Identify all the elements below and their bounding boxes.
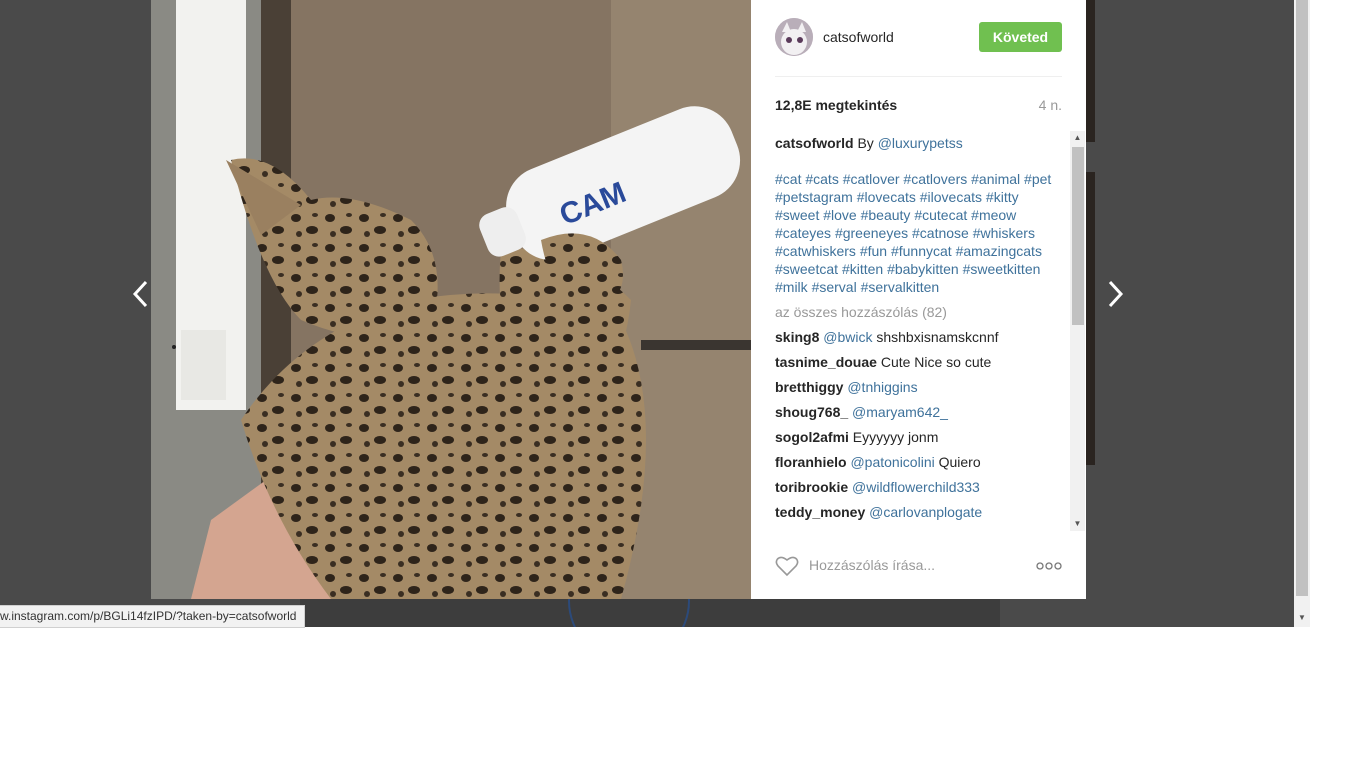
hashtag-link[interactable]: #meow [971, 207, 1016, 223]
hashtag-link[interactable]: #sweetkitten [963, 261, 1041, 277]
comment-row: bretthiggy @tnhiggins [775, 378, 1060, 396]
comment-row: tasnime_douae Cute Nice so cute [775, 353, 1060, 371]
hashtag-link[interactable]: #kitten [842, 261, 883, 277]
comment-username[interactable]: bretthiggy [775, 379, 843, 395]
comments-list[interactable]: catsofworld By @luxurypetss #cat #cats #… [775, 131, 1069, 531]
hashtag-link[interactable]: #cutecat [914, 207, 967, 223]
page-scroll-thumb[interactable] [1296, 0, 1308, 596]
heart-outline-icon[interactable] [775, 555, 799, 577]
chevron-left-icon[interactable] [130, 278, 152, 310]
lightbox-overlay[interactable]: CAM catsofworld Követed 12,8E megtekinté… [0, 0, 1294, 627]
comment-text: Cute Nice so cute [876, 354, 992, 370]
hashtag-link[interactable]: #amazingcats [956, 243, 1042, 259]
hashtag-link[interactable]: #greeneyes [835, 225, 908, 241]
hashtag-link[interactable]: #servalkitten [861, 279, 940, 295]
comment-username[interactable]: floranhielo [775, 454, 847, 470]
hashtag-link[interactable]: #petstagram [775, 189, 853, 205]
caption-username[interactable]: catsofworld [775, 135, 854, 151]
comment-row: toribrookie @wildflowerchild333 [775, 478, 1060, 496]
caption: catsofworld By @luxurypetss [775, 134, 1060, 152]
comment-row: sking8 @bwick shshbxisnamskcnnf [775, 328, 1060, 346]
hashtag-link[interactable]: #kitty [986, 189, 1019, 205]
comments-content: catsofworld By @luxurypetss #cat #cats #… [775, 131, 1060, 521]
comment-username[interactable]: toribrookie [775, 479, 848, 495]
hashtag-link[interactable]: #whiskers [973, 225, 1035, 241]
hashtag-link[interactable]: #babykitten [887, 261, 959, 277]
post-header: catsofworld Követed [775, 18, 1062, 58]
hashtag-link[interactable]: #serval [812, 279, 857, 295]
comment-mention[interactable]: @carlovanplogate [869, 504, 982, 520]
comment-mention[interactable]: @tnhiggins [847, 379, 917, 395]
hashtags: #cat #cats #catlover #catlovers #animal … [775, 170, 1060, 296]
hashtag-link[interactable]: #fun [860, 243, 887, 259]
hashtag-link[interactable]: #milk [775, 279, 808, 295]
comment-text: shshbxisnamskcnnf [872, 329, 999, 345]
chevron-right-icon[interactable] [1104, 278, 1126, 310]
background-thumbnail [1086, 0, 1095, 142]
comment-list: sking8 @bwick shshbxisnamskcnnf tasnime_d… [775, 328, 1060, 521]
comment-mention[interactable]: @wildflowerchild333 [852, 479, 980, 495]
hashtag-link[interactable]: #ilovecats [920, 189, 982, 205]
comment-row: floranhielo @patonicolini Quiero [775, 453, 1060, 471]
comments-scrollbar[interactable]: ▲ ▼ [1070, 131, 1085, 531]
more-options-icon[interactable] [1036, 559, 1062, 571]
comment-username[interactable]: sogol2afmi [775, 429, 849, 445]
hashtag-link[interactable]: #cateyes [775, 225, 831, 241]
hashtag-link[interactable]: #cat [775, 171, 801, 187]
username[interactable]: catsofworld [823, 29, 894, 45]
comment-row: teddy_money @carlovanplogate [775, 503, 1060, 521]
caption-text: By [853, 135, 878, 151]
post-age[interactable]: 4 n. [1039, 97, 1062, 113]
scroll-down-arrow-icon[interactable]: ▼ [1294, 611, 1310, 625]
scroll-up-arrow-icon[interactable]: ▲ [1070, 131, 1085, 145]
comment-row: shoug768_ @maryam642_ [775, 403, 1060, 421]
following-button[interactable]: Követed [979, 22, 1062, 52]
hashtag-link[interactable]: #pet [1024, 171, 1051, 187]
comment-row: sogol2afmi Eyyyyyy jonm [775, 428, 1060, 446]
hashtag-link[interactable]: #lovecats [857, 189, 916, 205]
hashtag-link[interactable]: #sweetcat [775, 261, 838, 277]
scroll-thumb[interactable] [1072, 147, 1084, 325]
hashtag-link[interactable]: #animal [971, 171, 1020, 187]
comment-text: Quiero [934, 454, 981, 470]
comment-input[interactable] [809, 555, 1009, 575]
comment-username[interactable]: shoug768_ [775, 404, 848, 420]
post-stats: 12,8E megtekintés 4 n. [775, 97, 1062, 117]
caption-mention[interactable]: @luxurypetss [878, 135, 963, 151]
hashtag-link[interactable]: #cats [805, 171, 838, 187]
comment-username[interactable]: teddy_money [775, 504, 865, 520]
hashtag-link[interactable]: #sweet [775, 207, 819, 223]
comment-mention[interactable]: @maryam642_ [852, 404, 948, 420]
avatar[interactable] [775, 18, 813, 56]
post-sidebar: catsofworld Követed 12,8E megtekintés 4 … [751, 0, 1086, 599]
hashtag-link[interactable]: #beauty [861, 207, 911, 223]
comment-username[interactable]: tasnime_douae [775, 354, 877, 370]
view-all-comments-link[interactable]: az összes hozzászólás (82) [775, 303, 1060, 321]
hashtag-link[interactable]: #catlover [843, 171, 900, 187]
view-count: 12,8E megtekintés [775, 97, 898, 113]
scroll-down-arrow-icon[interactable]: ▼ [1070, 517, 1085, 531]
divider [775, 76, 1062, 77]
background-thumbnail [1086, 172, 1095, 465]
hashtag-link[interactable]: #catlovers [903, 171, 967, 187]
comment-bar [775, 553, 1062, 579]
hashtag-link[interactable]: #catwhiskers [775, 243, 856, 259]
comment-username[interactable]: sking8 [775, 329, 819, 345]
post-video[interactable]: CAM [151, 0, 751, 599]
comment-text: Eyyyyyy jonm [848, 429, 939, 445]
hashtag-link[interactable]: #catnose [912, 225, 969, 241]
hashtag-link[interactable]: #funnycat [891, 243, 952, 259]
hashtag-link[interactable]: #love [823, 207, 856, 223]
status-bar-url: w.instagram.com/p/BGLi14fzIPD/?taken-by=… [0, 605, 306, 628]
post-modal: CAM catsofworld Követed 12,8E megtekinté… [151, 0, 1086, 599]
comment-mention[interactable]: @patonicolini [850, 454, 934, 470]
comment-mention[interactable]: @bwick [823, 329, 872, 345]
page-scrollbar[interactable]: ▼ [1294, 0, 1310, 627]
